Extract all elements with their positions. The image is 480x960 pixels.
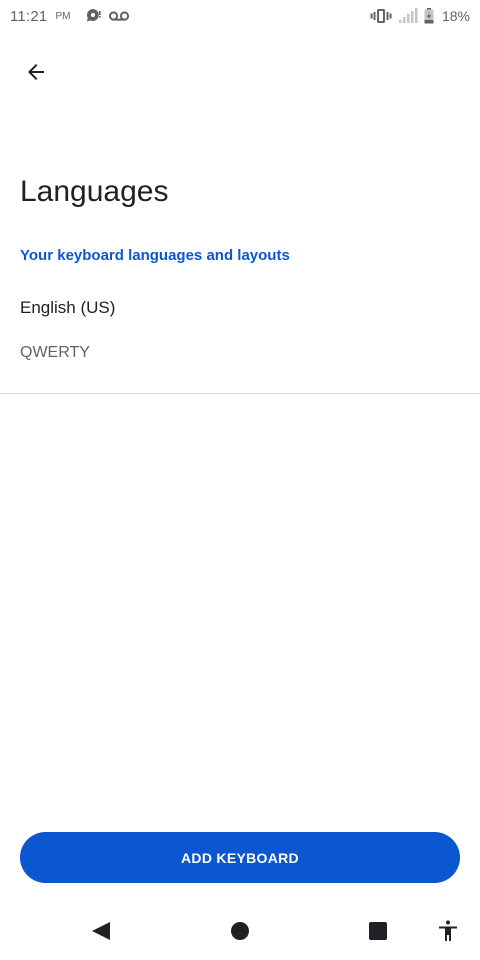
- status-ampm: PM: [55, 10, 71, 22]
- language-name: English (US): [20, 298, 116, 317]
- page-title: Languages: [20, 175, 169, 208]
- battery-percent: 18%: [441, 8, 470, 24]
- vibrate-icon: [370, 8, 392, 24]
- status-left: 11:21 PM: [10, 7, 130, 25]
- back-triangle-icon: [90, 920, 112, 942]
- language-item[interactable]: English (US) QWERTY: [0, 285, 480, 393]
- layout-name: QWERTY: [20, 344, 90, 361]
- voicemail-icon: [108, 9, 130, 23]
- recents-square-icon: [368, 921, 388, 941]
- chat-bubble-icon: [84, 7, 102, 25]
- divider: [0, 393, 480, 394]
- accessibility-icon: [436, 919, 460, 943]
- arrow-back-icon: [24, 60, 48, 84]
- nav-home-button[interactable]: [226, 917, 254, 945]
- navigation-bar: [0, 900, 480, 960]
- nav-recents-button[interactable]: [364, 917, 392, 945]
- home-circle-icon: [230, 921, 250, 941]
- nav-back-button[interactable]: [87, 917, 115, 945]
- section-header: Your keyboard languages and layouts: [20, 247, 290, 264]
- add-keyboard-button[interactable]: ADD KEYBOARD: [20, 832, 460, 883]
- status-time: 11:21: [10, 7, 48, 25]
- back-button[interactable]: [14, 50, 58, 94]
- nav-accessibility-button[interactable]: [434, 917, 462, 945]
- status-right: 18%: [370, 8, 470, 24]
- battery-icon: [424, 8, 434, 24]
- signal-icon: [398, 8, 418, 24]
- status-bar: 11:21 PM 18%: [0, 0, 480, 32]
- screen: 11:21 PM 18% Languages Your keyboard lan…: [0, 0, 480, 960]
